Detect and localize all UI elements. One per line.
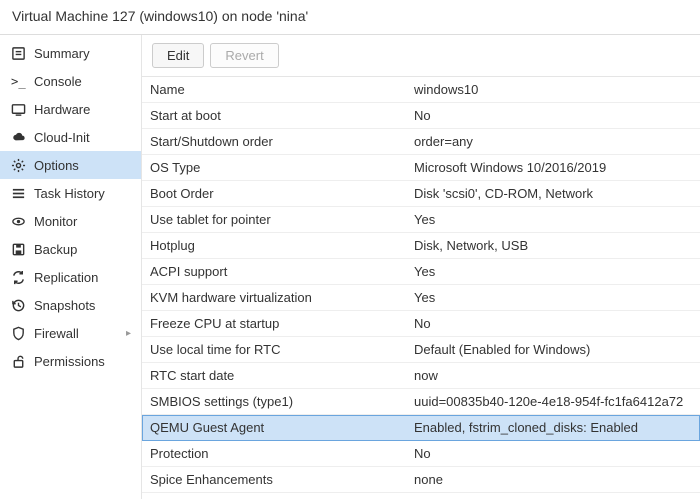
option-value: order=any [406,129,700,154]
option-row[interactable]: Start/Shutdown orderorder=any [142,129,700,155]
options-grid: Namewindows10Start at bootNoStart/Shutdo… [142,77,700,499]
sidebar: Summary Console Hardware Cloud-Init Options T… [0,35,142,499]
sidebar-item-label: Options [34,158,79,173]
option-row[interactable]: ACPI supportYes [142,259,700,285]
option-row[interactable]: Freeze CPU at startupNo [142,311,700,337]
summary-icon [10,45,26,61]
option-value: now [406,363,700,388]
option-row[interactable]: HotplugDisk, Network, USB [142,233,700,259]
option-key: Spice Enhancements [142,467,406,492]
sidebar-item-label: Task History [34,186,105,201]
sidebar-item-console[interactable]: Console [0,67,141,95]
sidebar-item-label: Backup [34,242,77,257]
sidebar-item-label: Console [34,74,82,89]
eye-icon [10,213,26,229]
option-row[interactable]: Namewindows10 [142,77,700,103]
option-row[interactable]: Use local time for RTCDefault (Enabled f… [142,337,700,363]
option-value: Yes [406,207,700,232]
option-row[interactable]: Boot OrderDisk 'scsi0', CD-ROM, Network [142,181,700,207]
sidebar-item-snapshots[interactable]: Snapshots [0,291,141,319]
sidebar-item-firewall[interactable]: Firewall ▸ [0,319,141,347]
option-key: Boot Order [142,181,406,206]
option-row[interactable]: KVM hardware virtualizationYes [142,285,700,311]
option-value: No [406,441,700,466]
option-key: Name [142,77,406,102]
option-key: Start at boot [142,103,406,128]
hardware-icon [10,101,26,117]
history-icon [10,297,26,313]
sidebar-item-replication[interactable]: Replication [0,263,141,291]
option-row[interactable]: VM State storageAutomatic [142,493,700,499]
option-key: KVM hardware virtualization [142,285,406,310]
page-title: Virtual Machine 127 (windows10) on node … [0,0,700,35]
sidebar-item-label: Monitor [34,214,77,229]
option-key: Protection [142,441,406,466]
option-value: Disk, Network, USB [406,233,700,258]
option-row[interactable]: QEMU Guest AgentEnabled, fstrim_cloned_d… [142,415,700,441]
option-row[interactable]: Spice Enhancementsnone [142,467,700,493]
option-key: Freeze CPU at startup [142,311,406,336]
sidebar-item-label: Snapshots [34,298,95,313]
option-key: RTC start date [142,363,406,388]
option-value: Yes [406,285,700,310]
sidebar-item-label: Cloud-Init [34,130,90,145]
option-row[interactable]: Use tablet for pointerYes [142,207,700,233]
option-key: OS Type [142,155,406,180]
save-icon [10,241,26,257]
console-icon [10,73,26,89]
sidebar-item-summary[interactable]: Summary [0,39,141,67]
option-row[interactable]: SMBIOS settings (type1)uuid=00835b40-120… [142,389,700,415]
sidebar-item-cloud-init[interactable]: Cloud-Init [0,123,141,151]
option-value: Automatic [406,493,700,499]
shield-icon [10,325,26,341]
gear-icon [10,157,26,173]
list-icon [10,185,26,201]
option-value: none [406,467,700,492]
sidebar-item-label: Firewall [34,326,79,341]
option-value: No [406,311,700,336]
option-key: ACPI support [142,259,406,284]
cloud-icon [10,129,26,145]
option-value: Disk 'scsi0', CD-ROM, Network [406,181,700,206]
option-key: Hotplug [142,233,406,258]
option-row[interactable]: ProtectionNo [142,441,700,467]
sidebar-item-task-history[interactable]: Task History [0,179,141,207]
sidebar-item-hardware[interactable]: Hardware [0,95,141,123]
edit-button[interactable]: Edit [152,43,204,68]
option-row[interactable]: RTC start datenow [142,363,700,389]
option-key: VM State storage [142,493,406,499]
option-value: Microsoft Windows 10/2016/2019 [406,155,700,180]
option-key: SMBIOS settings (type1) [142,389,406,414]
option-row[interactable]: OS TypeMicrosoft Windows 10/2016/2019 [142,155,700,181]
option-key: QEMU Guest Agent [142,415,406,440]
option-key: Use tablet for pointer [142,207,406,232]
option-row[interactable]: Start at bootNo [142,103,700,129]
toolbar: Edit Revert [142,35,700,77]
sidebar-item-permissions[interactable]: Permissions [0,347,141,375]
unlock-icon [10,353,26,369]
option-key: Use local time for RTC [142,337,406,362]
option-key: Start/Shutdown order [142,129,406,154]
sidebar-item-label: Hardware [34,102,90,117]
option-value: Enabled, fstrim_cloned_disks: Enabled [406,415,700,440]
replication-icon [10,269,26,285]
sidebar-item-label: Permissions [34,354,105,369]
sidebar-item-backup[interactable]: Backup [0,235,141,263]
revert-button[interactable]: Revert [210,43,278,68]
option-value: uuid=00835b40-120e-4e18-954f-fc1fa6412a7… [406,389,700,414]
sidebar-item-options[interactable]: Options [0,151,141,179]
option-value: Yes [406,259,700,284]
sidebar-item-monitor[interactable]: Monitor [0,207,141,235]
sidebar-item-label: Replication [34,270,98,285]
sidebar-item-label: Summary [34,46,90,61]
option-value: Default (Enabled for Windows) [406,337,700,362]
option-value: No [406,103,700,128]
chevron-right-icon: ▸ [126,328,131,339]
option-value: windows10 [406,77,700,102]
